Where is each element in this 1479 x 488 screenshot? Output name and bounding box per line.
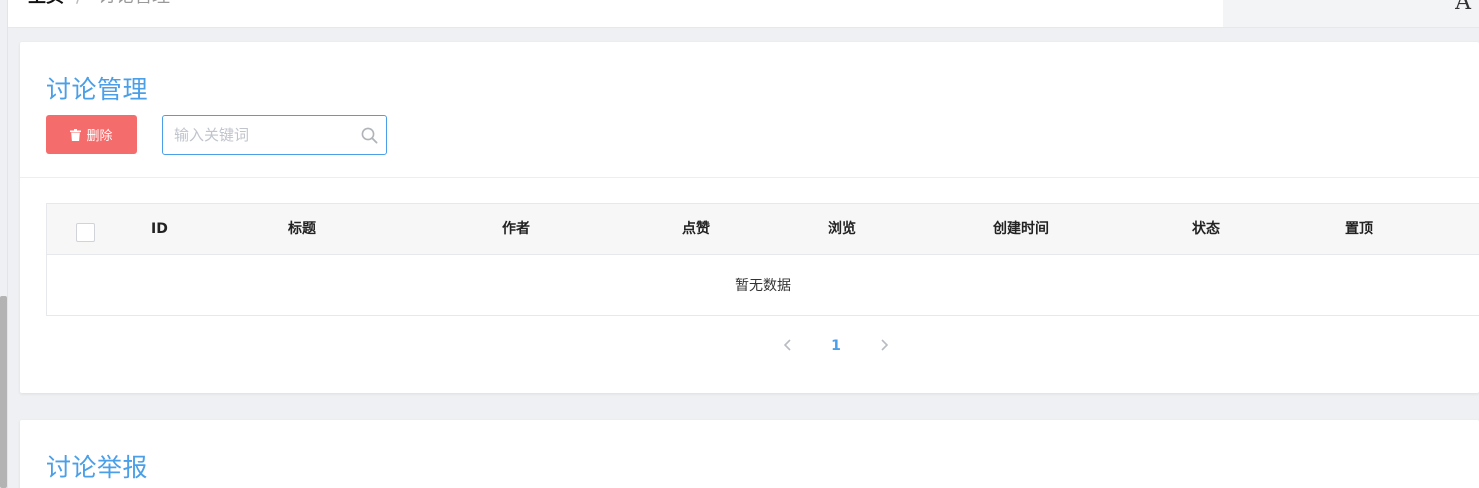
page-title: 讨论管理 bbox=[46, 75, 149, 104]
column-header-likes[interactable]: 点赞 bbox=[682, 204, 710, 255]
column-header-id[interactable]: ID bbox=[151, 204, 168, 255]
trash-icon bbox=[70, 128, 82, 141]
column-header-author[interactable]: 作者 bbox=[502, 204, 530, 255]
discussion-report-card: 讨论举报 bbox=[20, 420, 1479, 488]
search-box bbox=[162, 115, 387, 155]
search-icon[interactable] bbox=[361, 127, 378, 144]
breadcrumb-current: 讨论管理 bbox=[98, 0, 170, 8]
column-header-created-time[interactable]: 创建时间 bbox=[993, 204, 1049, 255]
empty-state-text: 暂无数据 bbox=[735, 278, 791, 294]
discussion-table: ID 标题 作者 点赞 浏览 创建时间 状态 置顶 暂无数据 bbox=[46, 203, 1479, 316]
column-header-views[interactable]: 浏览 bbox=[828, 204, 856, 255]
delete-button[interactable]: 删除 bbox=[46, 115, 137, 154]
column-header-title[interactable]: 标题 bbox=[288, 204, 316, 255]
breadcrumb-separator: / bbox=[76, 0, 82, 8]
column-header-pinned[interactable]: 置顶 bbox=[1345, 204, 1373, 255]
scrollbar-thumb[interactable] bbox=[0, 296, 7, 488]
chevron-right-icon[interactable] bbox=[877, 338, 891, 352]
section-divider bbox=[20, 177, 1479, 178]
breadcrumb-home[interactable]: 主页 bbox=[28, 0, 64, 8]
delete-button-label: 删除 bbox=[86, 129, 113, 144]
font-size-icon[interactable]: A bbox=[1455, 0, 1471, 15]
pagination-current-page[interactable]: 1 bbox=[826, 338, 846, 354]
top-header-bar: 主页 / 讨论管理 A bbox=[8, 0, 1479, 28]
column-header-status[interactable]: 状态 bbox=[1192, 204, 1220, 255]
search-input[interactable] bbox=[163, 116, 353, 154]
topbar-right-area: A bbox=[1223, 0, 1479, 27]
table-header: ID 标题 作者 点赞 浏览 创建时间 状态 置顶 bbox=[47, 204, 1479, 255]
chevron-left-icon[interactable] bbox=[781, 338, 795, 352]
discussion-management-card: 讨论管理 删除 ID 标题 作者 点赞 浏览 创建时间 状态 置顶 暂无数据 bbox=[20, 42, 1479, 393]
select-all-checkbox[interactable] bbox=[76, 223, 95, 242]
report-section-title: 讨论举报 bbox=[46, 453, 149, 482]
